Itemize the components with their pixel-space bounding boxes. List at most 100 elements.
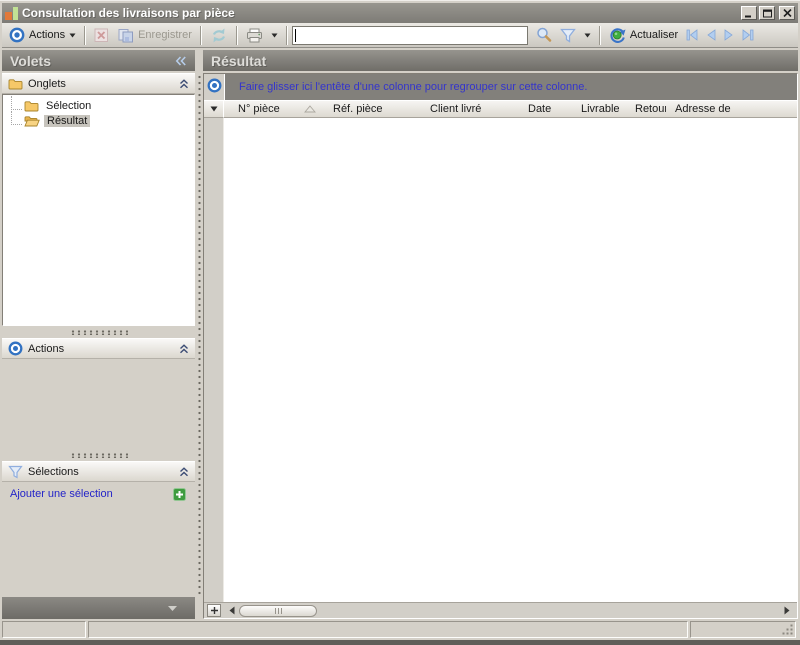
add-selection-link[interactable]: Ajouter une sélection <box>10 488 113 500</box>
status-bar <box>2 619 798 639</box>
nav-last-icon <box>741 29 755 41</box>
column-header-retour[interactable]: Retour <box>626 101 666 118</box>
group-by-bar[interactable]: Faire glisser ici l'entête d'une colonne… <box>224 74 797 100</box>
sync-button[interactable] <box>206 26 232 45</box>
result-title: Résultat <box>211 53 266 69</box>
double-chevron-up-icon <box>179 344 189 354</box>
actions-menu-label: Actions <box>29 29 65 41</box>
print-options-button[interactable] <box>267 31 282 40</box>
column-label: Livrable <box>581 103 620 115</box>
sidebar-panel: Volets Onglets <box>2 50 195 619</box>
double-chevron-up-icon <box>179 467 189 477</box>
scroll-right-button[interactable] <box>780 606 794 615</box>
grid-rows-area[interactable] <box>224 118 797 602</box>
funnel-icon <box>8 465 23 479</box>
scroll-left-button[interactable] <box>225 606 239 615</box>
nav-first-icon <box>685 29 699 41</box>
save-button[interactable]: Enregistrer <box>113 26 196 45</box>
plus-icon <box>210 606 219 615</box>
nav-next-button[interactable] <box>720 27 738 43</box>
resize-grip-icon[interactable] <box>781 623 794 636</box>
column-header-client-livre[interactable]: Client livré <box>421 101 519 118</box>
group-by-hint: Faire glisser ici l'entête d'une colonne… <box>239 81 587 93</box>
sidebar-footer-bar[interactable] <box>2 597 195 619</box>
nav-first-button[interactable] <box>682 27 702 43</box>
splitter-grip <box>198 74 201 597</box>
toolbar-separator <box>84 26 86 45</box>
column-header-adresse[interactable]: Adresse de <box>666 101 797 118</box>
section-header-selections[interactable]: Sélections <box>2 461 195 482</box>
sidebar-title: Volets <box>10 53 51 69</box>
column-header-livrable[interactable]: Livrable <box>572 101 626 118</box>
result-panel: Résultat Faire glisser ici l'entête d'un… <box>203 50 798 619</box>
grid-options-button[interactable] <box>204 74 224 100</box>
maximize-button[interactable] <box>759 6 775 20</box>
column-header-no-piece[interactable]: N° pièce <box>224 101 324 118</box>
sidebar-resize-splitter[interactable] <box>195 50 203 619</box>
filter-button[interactable] <box>556 26 580 45</box>
close-button[interactable] <box>779 6 795 20</box>
content-area: Volets Onglets <box>2 48 798 619</box>
tree-item-selection[interactable]: Sélection <box>11 98 194 113</box>
thumb-grip <box>275 608 276 614</box>
app-icon <box>5 7 18 20</box>
toolbar-separator <box>599 26 601 45</box>
titlebar: Consultation des livraisons par pièce <box>2 3 798 23</box>
column-label: N° pièce <box>238 103 280 115</box>
refresh-button[interactable]: Actualiser <box>605 25 682 45</box>
thumb-grip <box>281 608 282 614</box>
section-label-selections: Sélections <box>28 466 79 478</box>
add-row-button[interactable] <box>207 604 221 617</box>
bullseye-icon <box>207 78 222 93</box>
horizontal-splitter[interactable] <box>2 326 195 338</box>
thumb-grip <box>278 608 279 614</box>
add-selection-button[interactable] <box>173 488 186 501</box>
app-icon-green <box>13 7 18 20</box>
collapse-section-button[interactable] <box>179 467 189 477</box>
magnifier-icon <box>536 27 552 43</box>
maximize-icon <box>763 9 772 18</box>
section-header-onglets[interactable]: Onglets <box>2 73 195 94</box>
add-selection-row: Ajouter une sélection <box>2 482 195 506</box>
chevron-down-icon <box>69 33 76 38</box>
nav-last-button[interactable] <box>738 27 758 43</box>
nav-previous-button[interactable] <box>702 27 720 43</box>
grid-body <box>204 118 797 602</box>
column-header-ref-piece[interactable]: Réf. pièce <box>324 101 421 118</box>
delete-button[interactable] <box>90 26 113 45</box>
search-button[interactable] <box>532 25 556 45</box>
delete-icon <box>94 28 109 43</box>
section-header-actions[interactable]: Actions <box>2 338 195 359</box>
tabs-tree: Sélection Résultat <box>2 94 195 326</box>
tree-item-resultat[interactable]: Résultat <box>11 113 194 128</box>
folder-open-icon <box>24 114 40 127</box>
toolbar-separator <box>236 26 238 45</box>
horizontal-splitter[interactable] <box>2 449 195 461</box>
filter-options-button[interactable] <box>580 31 595 40</box>
bullseye-icon <box>9 27 25 43</box>
arrow-down-icon <box>210 106 218 112</box>
chevron-down-icon <box>271 33 278 38</box>
print-button[interactable] <box>242 26 267 45</box>
column-label: Retour <box>635 103 666 115</box>
column-headers: N° pièce Réf. pièce Client livré <box>224 101 797 118</box>
column-label: Date <box>528 103 551 115</box>
refresh-icon <box>609 27 626 43</box>
collapse-sidebar-button[interactable] <box>175 56 187 66</box>
chevron-down-icon <box>167 605 178 612</box>
minimize-button[interactable] <box>741 6 757 20</box>
folder-closed-icon <box>24 99 39 112</box>
toolbar: Actions Enregistrer <box>2 23 798 48</box>
actions-menu-button[interactable]: Actions <box>5 25 80 45</box>
result-header: Résultat <box>203 50 798 71</box>
collapse-section-button[interactable] <box>179 344 189 354</box>
column-header-date[interactable]: Date <box>519 101 572 118</box>
search-input[interactable] <box>296 28 525 43</box>
row-indicator-header[interactable] <box>204 101 224 118</box>
sidebar-header: Volets <box>2 50 195 71</box>
result-grid: Faire glisser ici l'entête d'une colonne… <box>203 73 798 619</box>
collapse-section-button[interactable] <box>179 79 189 89</box>
search-box <box>292 26 528 45</box>
scrollbar-thumb[interactable] <box>239 605 317 617</box>
column-label: Réf. pièce <box>333 103 383 115</box>
